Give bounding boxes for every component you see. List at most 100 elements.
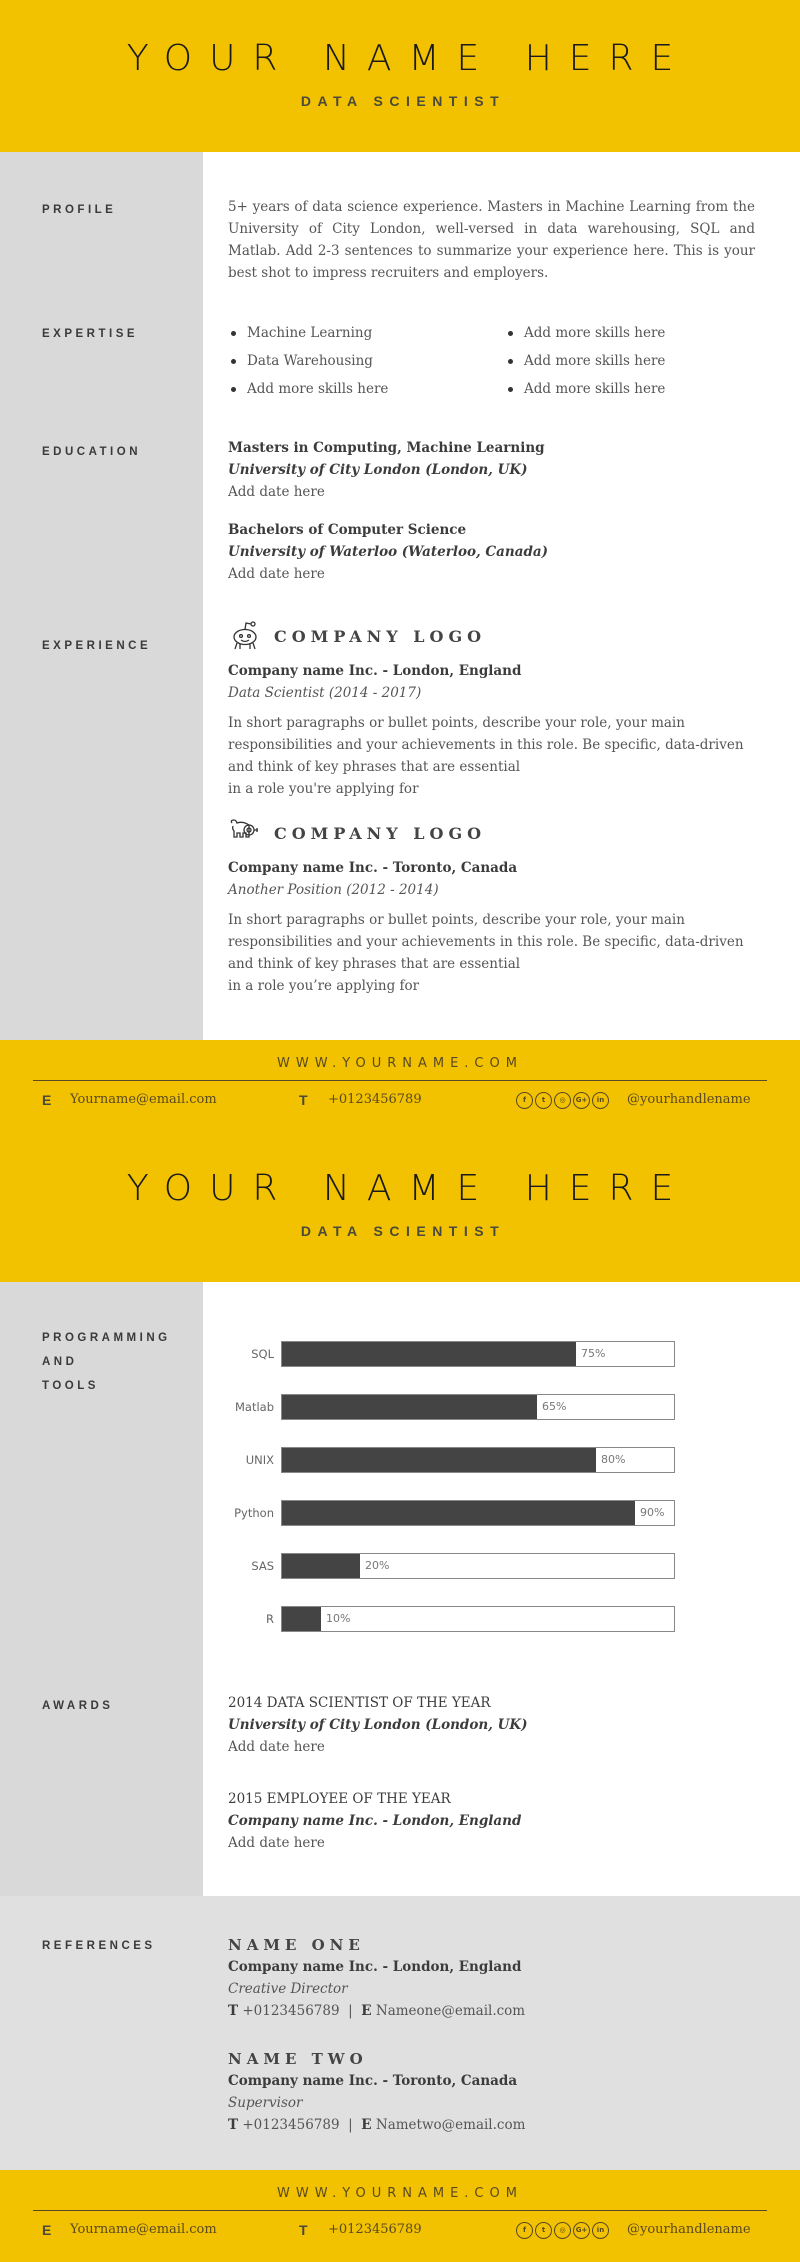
bar-track: 80%: [281, 1447, 675, 1473]
website-link[interactable]: WWW.YOURNAME.COM: [0, 2186, 800, 2201]
twitter-icon[interactable]: t: [535, 1092, 552, 1109]
footer-divider: [33, 1080, 767, 1081]
education-date: Add date here: [228, 484, 325, 500]
contact-row: E Yourname@email.com T +0123456789 f t ◎…: [0, 1089, 800, 1111]
bar-row: Matlab 65%: [228, 1394, 678, 1420]
description-line: and think of key phrases that are essent…: [228, 759, 521, 775]
references-section: REFERENCES NAME ONE Company name Inc. - …: [0, 1896, 800, 2170]
facebook-icon[interactable]: f: [516, 1092, 533, 1109]
email-link[interactable]: Yourname@email.com: [70, 1089, 217, 1111]
instagram-icon[interactable]: ◎: [554, 2222, 571, 2239]
bar-value-label: 10%: [326, 1612, 351, 1625]
award-entry: 2015 EMPLOYEE OF THE YEAR Company name I…: [228, 1788, 755, 1854]
description-line: In short paragraphs or bullet points, de…: [228, 715, 685, 731]
bar-track: 20%: [281, 1553, 675, 1579]
website-link[interactable]: WWW.YOURNAME.COM: [0, 1056, 800, 1071]
email-marker: E: [42, 2222, 52, 2238]
page2-footer: WWW.YOURNAME.COM E Yourname@email.com T …: [0, 2170, 800, 2262]
instagram-icon[interactable]: ◎: [554, 1092, 571, 1109]
bar-category-label: Python: [234, 1506, 274, 1520]
bar-value-label: 75%: [581, 1347, 606, 1360]
reference-role: Supervisor: [228, 2095, 303, 2111]
award-title: 2014 DATA SCIENTIST OF THE YEAR: [228, 1695, 491, 1711]
experience-role: Data Scientist (2014 - 2017): [228, 685, 422, 701]
expertise-list-col2: Add more skills here Add more skills her…: [505, 319, 755, 403]
bar-track: 90%: [281, 1500, 675, 1526]
bar-row: SAS 20%: [228, 1553, 678, 1579]
linkedin-icon[interactable]: in: [592, 1092, 609, 1109]
experience-description: In short paragraphs or bullet points, de…: [228, 712, 755, 800]
bar-row: UNIX 80%: [228, 1447, 678, 1473]
phone-marker: T: [299, 2222, 308, 2238]
email-link[interactable]: Yourname@email.com: [70, 2219, 217, 2241]
skills-label-line: PROGRAMMING: [42, 1332, 171, 1344]
company-logo: COMPANY LOGO: [228, 620, 486, 652]
bar-fill: [282, 1342, 576, 1366]
description-line: responsibilities and your achievements i…: [228, 737, 744, 753]
awards-label: AWARDS: [42, 1700, 114, 1712]
reference-email[interactable]: Nametwo@email.com: [376, 2117, 526, 2133]
twitter-icon[interactable]: t: [535, 2222, 552, 2239]
email-marker: E: [361, 2003, 372, 2019]
expertise-list-col1: Machine Learning Data Warehousing Add mo…: [228, 319, 488, 403]
bar-track: 65%: [281, 1394, 675, 1420]
description-line: in a role you’re applying for: [228, 978, 420, 994]
job-title: DATA SCIENTIST: [300, 93, 506, 109]
job-title: DATA SCIENTIST: [300, 1223, 506, 1239]
reference-name: NAME ONE: [228, 1936, 365, 1954]
bar-row: SQL 75%: [228, 1341, 678, 1367]
phone-number: +0123456789: [328, 2222, 422, 2237]
education-label: EDUCATION: [42, 446, 142, 458]
bar-value-label: 65%: [542, 1400, 567, 1413]
award-organization: Company name Inc. - London, England: [228, 1813, 522, 1829]
sidebar: [0, 152, 203, 1040]
education-school: University of City London (London, UK): [228, 462, 528, 478]
reference-entry: NAME ONE Company name Inc. - London, Eng…: [228, 1934, 755, 2022]
reference-role: Creative Director: [228, 1981, 348, 1997]
google-plus-icon[interactable]: G+: [573, 1092, 590, 1109]
facebook-icon[interactable]: f: [516, 2222, 533, 2239]
bar-category-label: SQL: [251, 1347, 274, 1361]
experience-company: Company name Inc. - London, England: [228, 663, 522, 679]
page1-header: YOUR NAME HERE DATA SCIENTIST: [0, 0, 800, 152]
bar-fill: [282, 1501, 635, 1525]
experience-company: Company name Inc. - Toronto, Canada: [228, 860, 518, 876]
skills-label-line: TOOLS: [42, 1380, 99, 1392]
bar-row: R 10%: [228, 1606, 678, 1632]
phone-marker: T: [228, 2117, 239, 2133]
reference-company: Company name Inc. - Toronto, Canada: [228, 2073, 518, 2089]
page2-header: YOUR NAME HERE DATA SCIENTIST: [0, 1130, 800, 1282]
robot-mascot-icon: [233, 621, 257, 650]
profile-text: 5+ years of data science experience. Mas…: [228, 199, 755, 281]
education-degree: Masters in Computing, Machine Learning: [228, 440, 545, 456]
education-school: University of Waterloo (Waterloo, Canada…: [228, 544, 549, 560]
description-line: in a role you're applying for: [228, 781, 419, 797]
social-handle[interactable]: @yourhandlename: [627, 1089, 751, 1111]
company-logo-text: COMPANY LOGO: [274, 626, 487, 646]
bar-value-label: 20%: [365, 1559, 390, 1572]
bar-category-label: Matlab: [234, 1400, 274, 1414]
elephant-icon: [230, 819, 258, 838]
email-marker: E: [42, 1092, 52, 1108]
company-logo: COMPANY LOGO: [228, 817, 486, 849]
reference-email[interactable]: Nameone@email.com: [376, 2003, 525, 2019]
phone-marker: T: [299, 1092, 308, 1108]
linkedin-icon[interactable]: in: [592, 2222, 609, 2239]
bar-category-label: UNIX: [245, 1453, 274, 1467]
bar-fill: [282, 1607, 321, 1631]
reference-name: NAME TWO: [228, 2050, 368, 2068]
education-entry: Masters in Computing, Machine Learning U…: [228, 437, 755, 503]
reference-phone: +0123456789: [242, 2117, 340, 2133]
expertise-label: EXPERTISE: [42, 328, 139, 340]
award-title: 2015 EMPLOYEE OF THE YEAR: [228, 1791, 451, 1807]
skills-label: PROGRAMMING AND TOOLS: [42, 1326, 171, 1398]
bar-track: 75%: [281, 1341, 675, 1367]
award-entry: 2014 DATA SCIENTIST OF THE YEAR Universi…: [228, 1692, 755, 1758]
bar-value-label: 80%: [601, 1453, 626, 1466]
expertise-item: Machine Learning: [228, 319, 488, 347]
page1-body: PROFILE 5+ years of data science experie…: [0, 152, 800, 1040]
expertise-item: Add more skills here: [505, 319, 755, 347]
google-plus-icon[interactable]: G+: [573, 2222, 590, 2239]
social-icons: f t ◎ G+ in: [516, 1092, 609, 1109]
social-handle[interactable]: @yourhandlename: [627, 2219, 751, 2241]
